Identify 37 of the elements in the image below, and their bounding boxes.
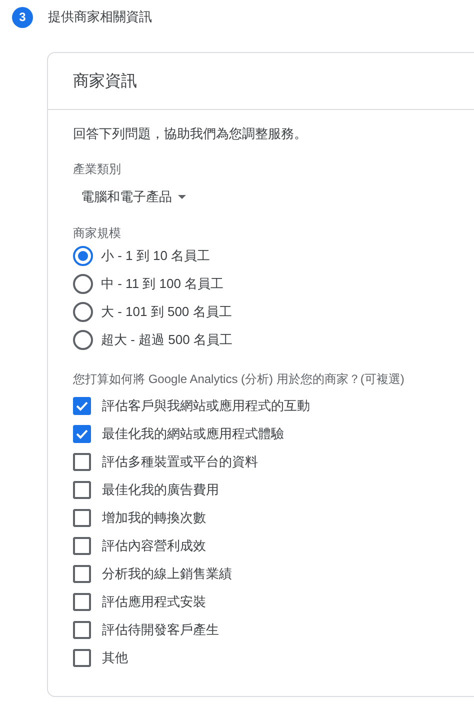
option-label: 評估客戶與我網站或應用程式的互動 <box>102 397 310 415</box>
field-label: 產業類別 <box>73 161 122 178</box>
checkbox[interactable] <box>73 397 91 415</box>
checkbox[interactable] <box>73 425 91 443</box>
option-label: 評估多種裝置或平台的資料 <box>102 453 258 471</box>
field-label: 商家規模 <box>73 225 122 242</box>
intro-text: 回答下列問題，協助我們為您調整服務。 <box>73 125 308 143</box>
radio-button[interactable] <box>73 330 93 350</box>
option-label: 超大 - 超過 500 名員工 <box>101 331 232 349</box>
option-label: 評估待開發客戶產生 <box>102 621 219 639</box>
option-label: 評估應用程式安裝 <box>102 593 206 611</box>
radio-button[interactable] <box>73 246 93 266</box>
option-label: 增加我的轉換次數 <box>102 509 206 527</box>
caret-icon <box>178 195 186 199</box>
checkbox[interactable] <box>73 621 91 639</box>
checkbox[interactable] <box>73 537 91 555</box>
option-label: 小 - 1 到 10 名員工 <box>101 247 210 265</box>
option-label: 最佳化我的廣告費用 <box>102 481 219 499</box>
card-title: 商家資訊 <box>73 72 137 92</box>
checkbox[interactable] <box>73 509 91 527</box>
option-label: 中 - 11 到 100 名員工 <box>101 275 224 293</box>
checkbox[interactable] <box>73 565 91 583</box>
radio-button[interactable] <box>73 274 93 294</box>
option-label: 其他 <box>102 649 128 667</box>
radio-button[interactable] <box>73 302 93 322</box>
checkbox[interactable] <box>73 649 91 667</box>
option-label: 分析我的線上銷售業績 <box>102 565 232 583</box>
checkbox[interactable] <box>73 481 91 499</box>
step-title: 提供商家相關資訊 <box>48 8 152 26</box>
checkbox[interactable] <box>73 593 91 611</box>
question-label: 您打算如何將 Google Analytics (分析) 用於您的商家？(可複選) <box>73 371 406 388</box>
option-label: 大 - 101 到 500 名員工 <box>101 303 232 321</box>
checkbox[interactable] <box>73 453 91 471</box>
option-label: 評估內容營利成效 <box>102 537 206 555</box>
option-label: 最佳化我的網站或應用程式體驗 <box>102 425 284 443</box>
industry-dropdown[interactable]: 電腦和電子產品 <box>73 186 194 208</box>
step-number: 3 <box>12 6 33 28</box>
